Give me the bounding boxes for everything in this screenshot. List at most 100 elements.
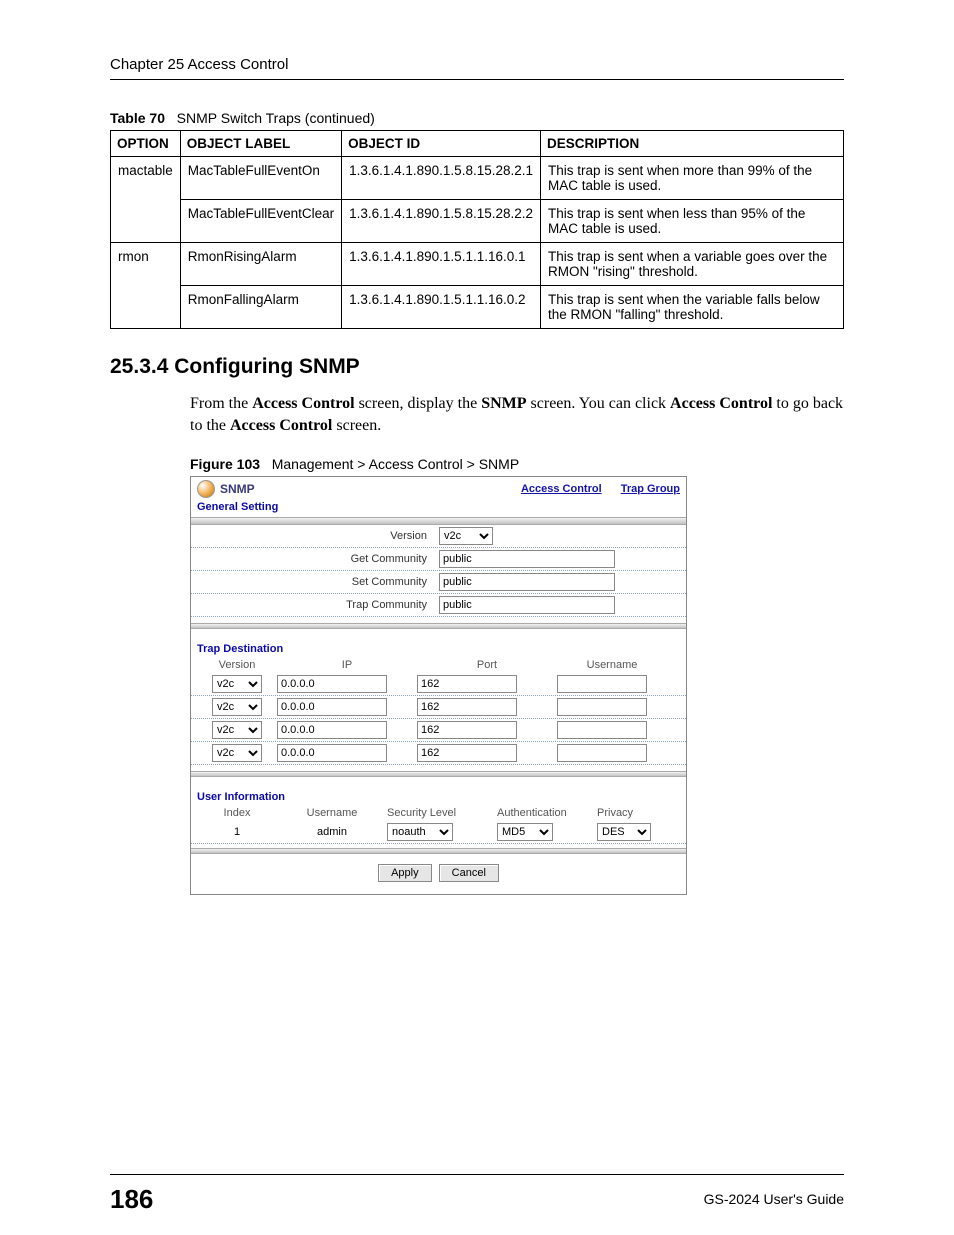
input-trap-username[interactable] xyxy=(557,698,647,716)
cell-desc: This trap is sent when a variable goes o… xyxy=(541,243,844,286)
th-version: Version xyxy=(197,659,277,671)
trap-destination-row: v2c xyxy=(191,719,686,742)
gradient-bar xyxy=(191,517,686,525)
th-authentication: Authentication xyxy=(497,807,597,819)
th-username: Username xyxy=(277,807,387,819)
snmp-title-row: SNMP Access Control Trap Group xyxy=(191,477,686,499)
label-set-community: Set Community xyxy=(197,576,439,588)
th-security-level: Security Level xyxy=(387,807,497,819)
th-object-id: OBJECT ID xyxy=(342,131,541,157)
trap-table: OPTION OBJECT LABEL OBJECT ID DESCRIPTIO… xyxy=(110,130,844,329)
table-caption-num: Table 70 xyxy=(110,110,165,126)
cell-option: rmon xyxy=(111,243,181,286)
snmp-panel: SNMP Access Control Trap Group General S… xyxy=(190,476,687,895)
select-trap-version[interactable]: v2c xyxy=(212,675,262,693)
table-caption: Table 70 SNMP Switch Traps (continued) xyxy=(110,110,844,126)
th-privacy: Privacy xyxy=(597,807,677,819)
cell-desc: This trap is sent when more than 99% of … xyxy=(541,157,844,200)
cell-index: 1 xyxy=(197,826,277,838)
input-set-community[interactable] xyxy=(439,573,615,591)
input-get-community[interactable] xyxy=(439,550,615,568)
input-trap-username[interactable] xyxy=(557,744,647,762)
cell-label: MacTableFullEventOn xyxy=(180,157,341,200)
cell-oid: 1.3.6.1.4.1.890.1.5.1.1.16.0.1 xyxy=(342,243,541,286)
link-trap-group[interactable]: Trap Group xyxy=(621,483,680,495)
th-port: Port xyxy=(417,659,557,671)
input-trap-username[interactable] xyxy=(557,675,647,693)
select-privacy[interactable]: DES xyxy=(597,823,651,841)
cell-oid: 1.3.6.1.4.1.890.1.5.8.15.28.2.1 xyxy=(342,157,541,200)
table-caption-text: SNMP Switch Traps (continued) xyxy=(177,110,375,126)
select-trap-version[interactable]: v2c xyxy=(212,744,262,762)
figure-caption: Figure 103 Management > Access Control >… xyxy=(190,456,844,472)
row-set-community: Set Community xyxy=(191,571,686,594)
cell-label: MacTableFullEventClear xyxy=(180,200,341,243)
snmp-title: SNMP xyxy=(220,482,255,496)
user-information-label: User Information xyxy=(191,777,686,805)
input-trap-port[interactable] xyxy=(417,744,517,762)
input-trap-ip[interactable] xyxy=(277,675,387,693)
table-row: rmon RmonRisingAlarm 1.3.6.1.4.1.890.1.5… xyxy=(111,243,844,286)
row-version: Version v2c xyxy=(191,525,686,548)
user-info-header: Index Username Security Level Authentica… xyxy=(191,805,686,821)
cell-oid: 1.3.6.1.4.1.890.1.5.1.1.16.0.2 xyxy=(342,286,541,329)
select-trap-version[interactable]: v2c xyxy=(212,721,262,739)
input-trap-port[interactable] xyxy=(417,721,517,739)
cell-label: RmonRisingAlarm xyxy=(180,243,341,286)
input-trap-ip[interactable] xyxy=(277,698,387,716)
figure-caption-text: Management > Access Control > SNMP xyxy=(272,456,519,472)
th-description: DESCRIPTION xyxy=(541,131,844,157)
trap-destination-header: Version IP Port Username xyxy=(191,657,686,673)
body-bold: Access Control xyxy=(230,417,332,434)
cell-desc: This trap is sent when less than 95% of … xyxy=(541,200,844,243)
input-trap-ip[interactable] xyxy=(277,744,387,762)
snmp-general-setting-label: General Setting xyxy=(191,499,686,517)
select-version[interactable]: v2c xyxy=(439,527,493,545)
cell-oid: 1.3.6.1.4.1.890.1.5.8.15.28.2.2 xyxy=(342,200,541,243)
th-object-label: OBJECT LABEL xyxy=(180,131,341,157)
select-authentication[interactable]: MD5 xyxy=(497,823,553,841)
th-index: Index xyxy=(197,807,277,819)
chapter-header: Chapter 25 Access Control xyxy=(110,56,844,73)
body-bold: Access Control xyxy=(252,395,354,412)
chapter-rule xyxy=(110,79,844,80)
body-bold: SNMP xyxy=(481,395,526,412)
trap-destination-label: Trap Destination xyxy=(191,629,686,657)
cell-option xyxy=(111,200,181,243)
input-trap-port[interactable] xyxy=(417,675,517,693)
cell-option xyxy=(111,286,181,329)
cell-option: mactable xyxy=(111,157,181,200)
trap-destination-row: v2c xyxy=(191,696,686,719)
cell-desc: This trap is sent when the variable fall… xyxy=(541,286,844,329)
body-text: screen. You can click xyxy=(527,395,671,412)
apply-button[interactable]: Apply xyxy=(378,864,432,882)
link-access-control[interactable]: Access Control xyxy=(521,483,602,495)
body-text: screen. xyxy=(332,417,381,434)
input-trap-username[interactable] xyxy=(557,721,647,739)
cancel-button[interactable]: Cancel xyxy=(439,864,499,882)
input-trap-port[interactable] xyxy=(417,698,517,716)
input-trap-ip[interactable] xyxy=(277,721,387,739)
table-row: MacTableFullEventClear 1.3.6.1.4.1.890.1… xyxy=(111,200,844,243)
trap-destination-row: v2c xyxy=(191,673,686,696)
input-trap-community[interactable] xyxy=(439,596,615,614)
trap-destination-row: v2c xyxy=(191,742,686,765)
user-info-row: 1adminnoauth MD5 DES xyxy=(191,821,686,844)
table-row: mactable MacTableFullEventOn 1.3.6.1.4.1… xyxy=(111,157,844,200)
table-row: RmonFallingAlarm 1.3.6.1.4.1.890.1.5.1.1… xyxy=(111,286,844,329)
body-text: From the xyxy=(190,395,252,412)
button-row: Apply Cancel xyxy=(191,854,686,894)
row-trap-community: Trap Community xyxy=(191,594,686,617)
body-bold: Access Control xyxy=(670,395,772,412)
body-paragraph: From the Access Control screen, display … xyxy=(190,393,844,436)
select-trap-version[interactable]: v2c xyxy=(212,698,262,716)
label-get-community: Get Community xyxy=(197,553,439,565)
figure-caption-num: Figure 103 xyxy=(190,456,260,472)
footer-rule xyxy=(110,1174,844,1175)
cell-label: RmonFallingAlarm xyxy=(180,286,341,329)
th-option: OPTION xyxy=(111,131,181,157)
select-security-level[interactable]: noauth xyxy=(387,823,453,841)
cell-username: admin xyxy=(277,826,387,838)
th-ip: IP xyxy=(277,659,417,671)
label-trap-community: Trap Community xyxy=(197,599,439,611)
